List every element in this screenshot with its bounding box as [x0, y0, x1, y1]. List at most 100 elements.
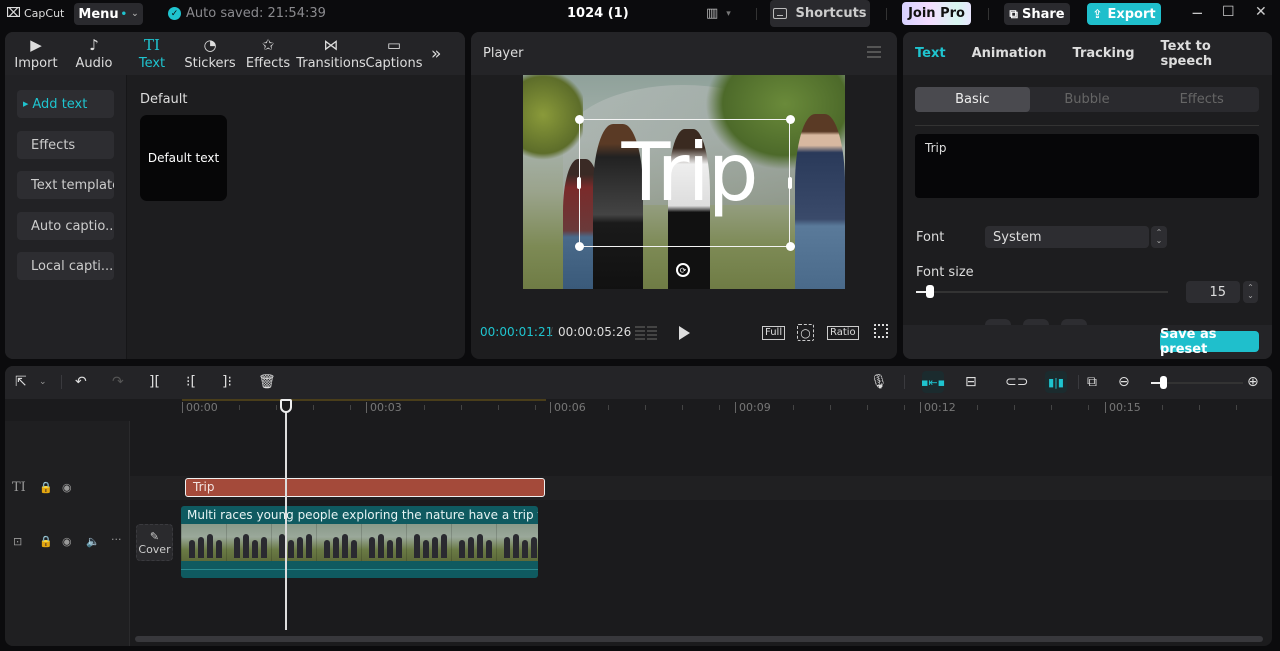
tab-transitions[interactable]: ⋈ Transitions — [296, 36, 366, 71]
playhead[interactable] — [285, 410, 287, 630]
chevron-down-icon: ⌄ — [1155, 236, 1163, 245]
subtab-bubble[interactable]: Bubble — [1030, 87, 1145, 112]
sidebar-item-auto-captions[interactable]: Auto captio... — [17, 212, 114, 240]
scene-tree — [523, 75, 583, 165]
menu-label: Menu — [78, 6, 119, 22]
tab-audio[interactable]: ♪ Audio — [65, 36, 123, 71]
font-size-input[interactable]: 15 — [1186, 281, 1240, 303]
split-icon[interactable]: ][ — [149, 374, 160, 390]
font-size-slider[interactable] — [916, 285, 1168, 298]
timeline-ruler[interactable]: 00:00 00:03 00:06 00:09 00:12 00:15 — [130, 399, 1272, 421]
more-tabs-icon[interactable]: » — [431, 44, 441, 64]
slider-thumb[interactable] — [926, 285, 935, 298]
tab-label: Effects — [245, 56, 291, 71]
sidebar-item-local-captions[interactable]: Local capti... — [17, 252, 114, 280]
play-icon[interactable] — [679, 326, 690, 340]
lock-icon[interactable]: 🔒 — [39, 535, 53, 548]
default-text-preset[interactable]: Default text — [140, 115, 227, 201]
tab-stickers[interactable]: ◔ Stickers — [181, 36, 239, 71]
sidebar-item-effects[interactable]: Effects — [17, 131, 114, 159]
select-cursor-icon[interactable]: ⇱ — [15, 374, 27, 390]
more-icon[interactable]: ··· — [111, 533, 122, 546]
resize-handle-left[interactable] — [577, 177, 581, 189]
eye-icon[interactable]: ◉ — [62, 535, 72, 548]
resize-handle-bottom-right[interactable] — [786, 242, 795, 251]
save-as-preset-button[interactable]: Save as preset — [1160, 327, 1259, 357]
auto-snap-icon[interactable]: ⊟ — [965, 374, 977, 390]
captions-icon: ▭ — [386, 36, 402, 54]
tab-text[interactable]: Text — [915, 46, 946, 61]
font-select[interactable]: System — [985, 226, 1149, 248]
shortcuts-button[interactable]: Shortcuts — [770, 0, 870, 27]
tab-captions[interactable]: ▭ Captions — [365, 36, 423, 71]
share-button[interactable]: ⧉ Share — [1004, 3, 1070, 25]
playhead-handle[interactable] — [280, 399, 292, 413]
preview-axis-toggle[interactable]: ▮|▮ — [1045, 371, 1067, 393]
microphone-icon[interactable]: 🎙 — [870, 374, 888, 390]
tab-effects[interactable]: ✩ Effects — [239, 36, 297, 71]
video-clip[interactable]: Multi races young people exploring the n… — [181, 506, 538, 578]
font-stepper[interactable]: ⌃ ⌄ — [1151, 226, 1167, 248]
rotate-icon[interactable]: ⟳ — [676, 263, 690, 277]
zoom-preview-icon[interactable]: ○ — [797, 324, 814, 341]
ruler-tick — [1088, 405, 1090, 410]
menu-icon[interactable] — [867, 46, 881, 58]
minimize-button[interactable]: − — [1191, 4, 1204, 22]
split-left-icon[interactable]: ⁝[ — [186, 374, 196, 390]
sidebar-item-text-template[interactable]: Text template — [17, 171, 114, 199]
layout-button[interactable]: ▥ ▾ — [706, 6, 731, 21]
zoom-out-icon[interactable]: ⊖ — [1118, 374, 1130, 390]
main-track-magnet-toggle[interactable]: ▪⇤▪ — [921, 371, 945, 393]
chevron-down-icon[interactable]: ⌄ — [39, 374, 47, 390]
font-size-stepper[interactable]: ⌃ ⌄ — [1243, 281, 1258, 303]
fullscreen-icon[interactable] — [874, 324, 888, 338]
timeline-zoom-slider[interactable] — [1151, 376, 1243, 389]
undo-icon[interactable]: ↶ — [75, 374, 87, 390]
zoom-to-fit-icon[interactable]: ⧉ — [1087, 374, 1097, 390]
zoom-in-icon[interactable]: ⊕ — [1247, 374, 1259, 390]
sidebar-item-add-text[interactable]: ▶ Add text — [17, 90, 114, 118]
lock-icon[interactable]: 🔒 — [39, 481, 53, 494]
resize-handle-top-right[interactable] — [786, 115, 795, 124]
volume-icon[interactable]: 🔈 — [86, 535, 100, 548]
transitions-icon: ⋈ — [323, 36, 339, 54]
delete-icon[interactable]: 🗑 — [258, 374, 276, 390]
timeline-horizontal-scrollbar[interactable] — [135, 636, 1263, 642]
cover-button[interactable]: ✎ Cover — [136, 524, 173, 561]
ruler-label: 00:09 — [735, 402, 771, 413]
resize-handle-bottom-left[interactable] — [575, 242, 584, 251]
tab-text[interactable]: TI Text — [123, 36, 181, 71]
resize-handle-top-left[interactable] — [575, 115, 584, 124]
text-content-input[interactable]: Trip — [915, 134, 1259, 198]
video-preview[interactable]: Trip ⟳ — [523, 75, 845, 289]
ratio-button[interactable]: Ratio — [827, 326, 859, 340]
full-quality-button[interactable]: Full — [762, 326, 786, 340]
maximize-button[interactable]: ☐ — [1222, 4, 1235, 20]
export-button[interactable]: ⇪ Export — [1087, 3, 1161, 25]
player-panel: Player Trip ⟳ 00:00:01:21 / 00:00:05:26 … — [471, 32, 897, 359]
redo-icon[interactable]: ↷ — [112, 374, 124, 390]
subtab-effects[interactable]: Effects — [1144, 87, 1259, 112]
slider-thumb[interactable] — [1160, 376, 1168, 389]
eye-icon[interactable]: ◉ — [62, 481, 72, 494]
menu-button[interactable]: Menu • ⌄ — [74, 3, 143, 25]
text-clip[interactable]: Trip — [185, 478, 545, 497]
tab-import[interactable]: ▶ Import — [7, 36, 65, 71]
split-right-icon[interactable]: ]⁝ — [222, 374, 232, 390]
link-icon[interactable]: ⊂⊃ — [1005, 374, 1028, 390]
tab-text-to-speech[interactable]: Text to speech — [1161, 39, 1246, 69]
subtab-basic[interactable]: Basic — [915, 87, 1030, 112]
join-pro-button[interactable]: Join Pro — [902, 2, 971, 25]
thumbnail-figure — [441, 534, 447, 558]
tab-tracking[interactable]: Tracking — [1073, 46, 1135, 61]
audio-waveform-line — [181, 569, 538, 570]
sidebar-item-label: Auto captio... — [31, 218, 114, 234]
app-logo: ⌧ CapCut — [6, 6, 64, 21]
selection-box[interactable] — [579, 119, 790, 247]
resize-handle-right[interactable] — [788, 177, 792, 189]
tab-animation[interactable]: Animation — [972, 46, 1047, 61]
timecode-grid-icon[interactable] — [635, 326, 657, 340]
app-name: CapCut — [23, 7, 65, 20]
slider-fill — [1151, 382, 1161, 384]
close-button[interactable]: ✕ — [1255, 4, 1267, 20]
